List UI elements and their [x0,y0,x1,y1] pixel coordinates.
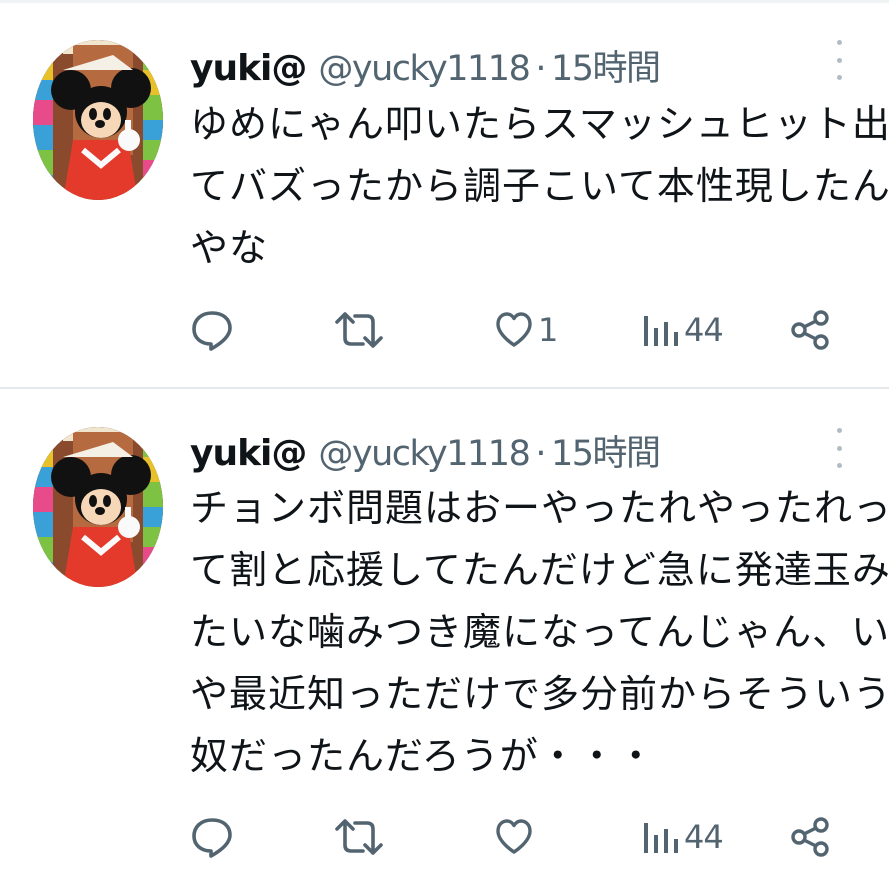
reply-button[interactable] [190,300,238,360]
share-icon [791,310,829,350]
author-handle[interactable]: @yucky1118 [318,49,530,89]
speech-bubble-icon [192,818,232,858]
views-button[interactable]: 44 [640,300,724,360]
author-name[interactable]: yuki@ [190,433,307,474]
tweet-text-line: たいな噛みつき魔になってんじゃん、い [190,610,889,654]
tweet-text-line: や最近知っただけで多分前からそういう [190,672,889,716]
like-button[interactable] [494,807,538,867]
tweet-text-line: て割と応援してたんだけど急に発達玉み [190,548,889,592]
heart-icon [496,819,532,854]
retweet-button[interactable] [333,807,389,867]
share-button[interactable] [788,807,832,867]
action-bar: 1 44 [0,300,889,360]
author-handle[interactable]: @yucky1118 [318,434,530,474]
avatar-image [33,427,163,587]
tweet-timestamp[interactable]: 15時間 [551,40,661,91]
retweet-arrows-icon [335,312,383,348]
view-count: 44 [684,311,724,349]
share-icon [791,817,829,857]
avatar-image [33,40,163,200]
view-count: 44 [684,818,724,856]
tweet-text: チョンボ問題はおーやったれやったれっ て割と応援してたんだけど急に発達玉み たい… [190,477,889,787]
separator-dot: · [535,434,546,474]
bar-chart-icon [644,823,678,853]
tweet[interactable]: yuki@ @yucky1118 · 15時間 チョンボ問題はおーやったれやった… [0,389,889,889]
tweet-text-line: やな [190,226,269,270]
avatar[interactable] [33,40,163,200]
retweet-arrows-icon [335,819,383,855]
tweet-timestamp[interactable]: 15時間 [551,425,661,476]
avatar[interactable] [33,427,163,587]
tweet-text-line: チョンボ問題はおーやったれやったれっ [190,486,889,530]
tweet-header: yuki@ @yucky1118 · 15時間 [190,425,661,476]
separator-dot: · [535,49,546,89]
like-button[interactable]: 1 [494,300,558,360]
vertical-dots-icon[interactable] [826,428,852,468]
bar-chart-icon [644,316,678,346]
like-count: 1 [538,311,558,349]
speech-bubble-icon [192,311,232,351]
share-button[interactable] [788,300,832,360]
tweet-text-line: てバズったから調子こいて本性現したん [190,164,889,208]
tweet-text-line: 奴だったんだろうが・・・ [190,734,656,778]
tweet[interactable]: yuki@ @yucky1118 · 15時間 ゆめにゃん叩いたらスマッシュヒッ… [0,0,889,389]
reply-button[interactable] [190,807,238,867]
retweet-button[interactable] [333,300,389,360]
tweet-text-line: ゆめにゃん叩いたらスマッシュヒット出 [190,102,889,146]
views-button[interactable]: 44 [640,807,724,867]
heart-icon [496,312,532,347]
action-bar: 44 [0,807,889,867]
author-name[interactable]: yuki@ [190,48,307,89]
vertical-dots-icon[interactable] [826,40,852,80]
tweet-header: yuki@ @yucky1118 · 15時間 [190,40,661,91]
tweet-text: ゆめにゃん叩いたらスマッシュヒット出 てバズったから調子こいて本性現したん やな [190,93,889,279]
